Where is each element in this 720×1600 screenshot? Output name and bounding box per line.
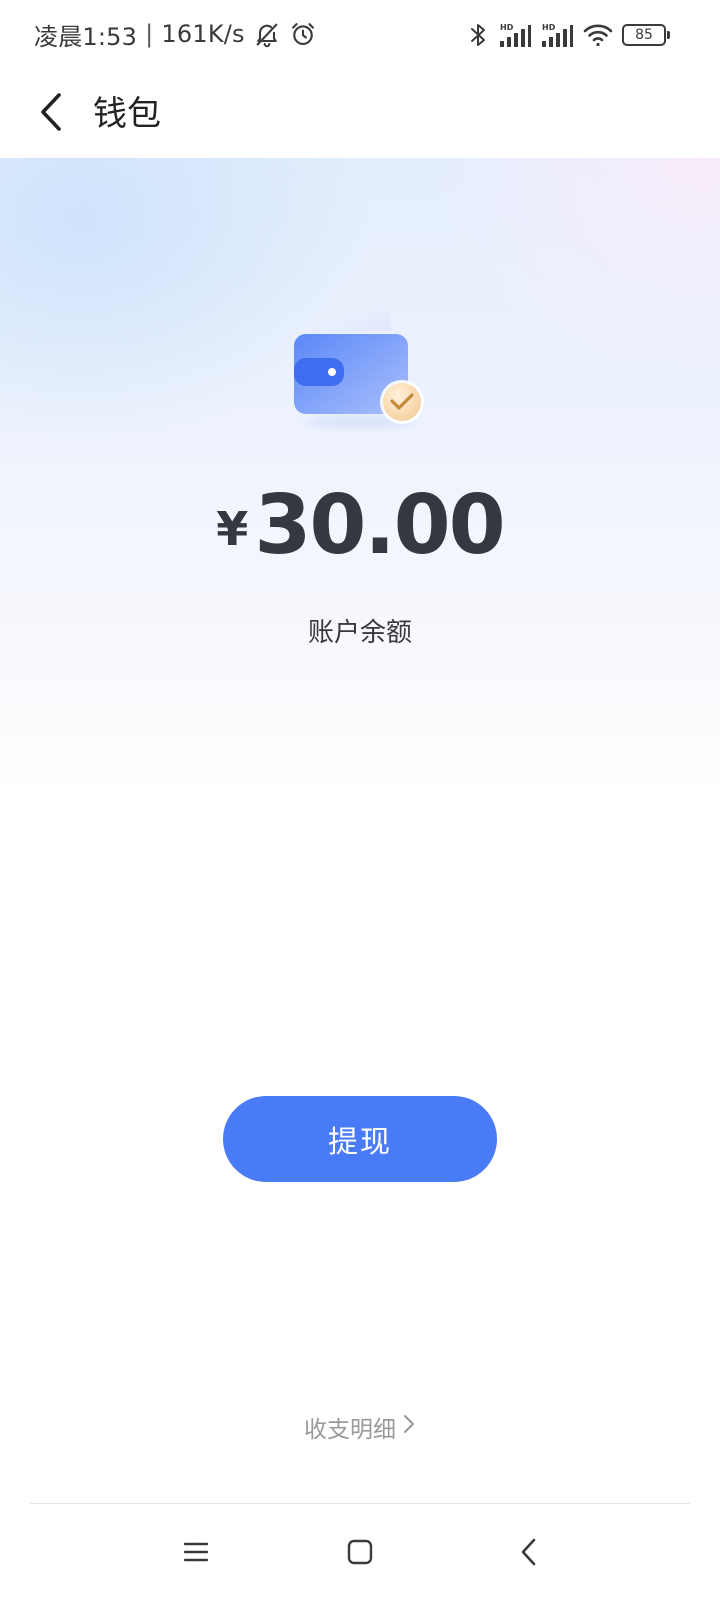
detail-link-label: 收支明细 (304, 1417, 396, 1443)
home-icon (346, 1538, 374, 1570)
mute-bell-icon (253, 20, 281, 48)
menu-button[interactable] (168, 1526, 224, 1582)
battery-icon: 85 (622, 24, 670, 46)
app-header: 钱包 (0, 70, 720, 158)
wifi-icon (582, 21, 614, 49)
alarm-icon (289, 20, 317, 48)
svg-text:HD: HD (542, 23, 556, 32)
status-bar: 凌晨1:53 | 161K/s HD HD 85 (0, 0, 720, 70)
svg-text:HD: HD (500, 23, 514, 32)
currency-symbol: ¥ (216, 502, 249, 556)
status-time: 凌晨1:53 (34, 22, 138, 51)
chevron-left-icon (37, 92, 67, 136)
transaction-details-link[interactable]: 收支明细 (0, 1410, 720, 1444)
balance-value: 30.00 (254, 478, 505, 573)
page-title: 钱包 (93, 94, 161, 134)
system-nav-bar (0, 1504, 720, 1600)
withdraw-button[interactable]: 提现 (223, 1096, 497, 1182)
status-left: 凌晨1:53 | 161K/s (34, 16, 317, 52)
signal-hd-icon: HD (540, 21, 574, 49)
wallet-check-icon (288, 300, 438, 440)
status-separator: | (145, 20, 154, 48)
home-button[interactable] (332, 1526, 388, 1582)
menu-icon (183, 1540, 209, 1568)
back-button[interactable] (22, 84, 82, 144)
network-speed: 161K/s (161, 20, 245, 48)
signal-hd-icon: HD (498, 21, 532, 49)
battery-level: 85 (622, 24, 666, 46)
chevron-right-icon (402, 1413, 416, 1441)
bluetooth-icon (466, 21, 490, 49)
status-right: HD HD 85 (466, 18, 670, 52)
system-back-button[interactable] (501, 1526, 557, 1582)
battery-tip (667, 31, 670, 39)
back-icon (519, 1537, 539, 1571)
balance-amount: ¥30.00 (0, 478, 720, 573)
balance-label: 账户余额 (307, 618, 412, 648)
